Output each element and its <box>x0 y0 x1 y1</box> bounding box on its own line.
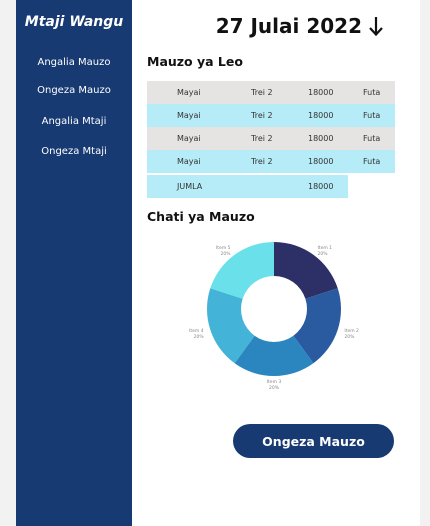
main-content: 27 Julai 2022 Mauzo ya Leo Mayai Trei 2 … <box>132 0 420 526</box>
date-header: 27 Julai 2022 <box>216 14 384 38</box>
sidebar-item-ongeza-mtaji[interactable]: Ongeza Mtaji <box>16 146 132 157</box>
slice-value-label: 20% <box>220 251 231 257</box>
sidebar-item-ongeza-mauzo[interactable]: Ongeza Mauzo <box>16 85 132 96</box>
product-cell: Mayai <box>177 88 201 97</box>
delete-link[interactable]: Futa <box>363 127 380 150</box>
total-label: JUMLA <box>177 182 203 191</box>
slice-category-label: Item 5 <box>216 245 231 251</box>
delete-link[interactable]: Futa <box>363 104 380 127</box>
sales-section-title: Mauzo ya Leo <box>147 54 243 69</box>
table-row: Mayai Trei 2 18000 Futa <box>147 150 395 173</box>
sidebar-item-angalia-mauzo[interactable]: Angalia Mauzo <box>16 57 132 68</box>
sales-table: Mayai Trei 2 18000 Futa Mayai Trei 2 180… <box>147 81 395 173</box>
sidebar: Mtaji Wangu Angalia Mauzo Ongeza Mauzo A… <box>16 0 132 526</box>
date-label: 27 Julai 2022 <box>215 14 362 38</box>
slice-category-label: Item 4 <box>189 328 204 334</box>
sidebar-item-angalia-mtaji[interactable]: Angalia Mtaji <box>16 116 132 127</box>
slice-category-label: Item 3 <box>267 379 282 385</box>
slice-value-label: 20% <box>194 334 205 340</box>
quantity-cell: Trei 2 <box>251 157 273 166</box>
sales-donut-chart: Item 120%Item 220%Item 320%Item 420%Item… <box>189 242 359 391</box>
delete-link[interactable]: Futa <box>363 150 380 173</box>
app-brand: Mtaji Wangu <box>24 14 124 30</box>
product-cell: Mayai <box>177 134 201 143</box>
total-value: 18000 <box>308 182 334 191</box>
amount-cell: 18000 <box>308 157 334 166</box>
table-row: Mayai Trei 2 18000 Futa <box>147 81 395 104</box>
slice-category-label: Item 1 <box>317 245 332 251</box>
slice-category-label: Item 2 <box>344 328 359 334</box>
delete-link[interactable]: Futa <box>363 81 380 104</box>
product-cell: Mayai <box>177 111 201 120</box>
table-row: Mayai Trei 2 18000 Futa <box>147 104 395 127</box>
chart-section-title: Chati ya Mauzo <box>147 209 255 224</box>
arrow-down-icon[interactable] <box>368 15 384 37</box>
total-row: JUMLA 18000 <box>147 175 348 198</box>
product-cell: Mayai <box>177 157 201 166</box>
slice-value-label: 20% <box>317 251 328 257</box>
slice-value-label: 20% <box>269 385 280 391</box>
add-sale-button[interactable]: Ongeza Mauzo <box>233 424 394 458</box>
quantity-cell: Trei 2 <box>251 88 273 97</box>
quantity-cell: Trei 2 <box>251 134 273 143</box>
amount-cell: 18000 <box>308 88 334 97</box>
quantity-cell: Trei 2 <box>251 111 273 120</box>
amount-cell: 18000 <box>308 111 334 120</box>
amount-cell: 18000 <box>308 134 334 143</box>
table-row: Mayai Trei 2 18000 Futa <box>147 127 395 150</box>
slice-value-label: 20% <box>344 334 355 340</box>
